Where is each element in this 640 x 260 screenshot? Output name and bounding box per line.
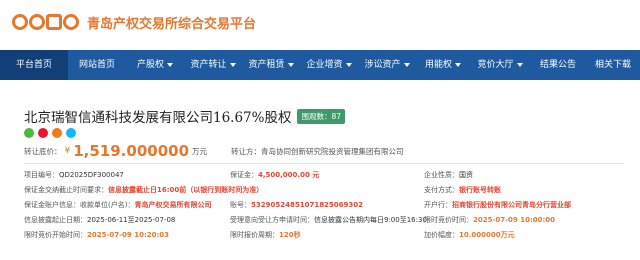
- info-label: 保证金交纳截止时间要求：: [24, 186, 108, 194]
- view-count-badge: 围观数：87: [297, 108, 346, 124]
- price-label: 转让底价：: [24, 146, 62, 156]
- qq-share-icon[interactable]: [66, 128, 76, 138]
- nav-item-0[interactable]: 平台首页: [0, 50, 68, 80]
- info-cell: 支付方式：银行账号转账: [424, 183, 501, 198]
- nav-item-9[interactable]: 结果公告: [530, 50, 586, 80]
- nav-item-label: 平台首页: [15, 60, 52, 70]
- info-value: 2025-07-09 10:20:03: [87, 231, 170, 239]
- info-cell: 项目编号：QD2025DF300047: [24, 168, 124, 183]
- site-header: 青岛产权交易所综合交易平台: [0, 0, 640, 46]
- info-value: 4,500,000.00: [258, 171, 310, 179]
- info-cell: 限时竞价开始时间：2025-07-09 10:20:03: [24, 228, 169, 243]
- chevron-down-icon: [345, 62, 352, 67]
- nav-item-10[interactable]: 相关下载: [586, 50, 640, 80]
- info-value: 120秒: [279, 231, 301, 239]
- share-bar: [24, 128, 76, 138]
- listing-title: 北京瑞智信通科技发展有限公司16.67%股权: [24, 110, 292, 126]
- main-nav: 平台首页 网站首页 产股权 资产转让 资产租赁 企业增资 涉讼资产 用能权 竞价大厅 结果公告 相关…: [0, 50, 640, 80]
- info-label: 限时报价周期：: [230, 231, 279, 239]
- info-value: 10.000000万元: [459, 231, 515, 239]
- nav-item-label: 产股权: [136, 60, 164, 70]
- nav-item-label: 相关下载: [594, 60, 631, 70]
- nav-item-4[interactable]: 资产租赁: [242, 50, 300, 80]
- info-value-suffix: 02: [353, 201, 364, 209]
- info-cell: 企业性质：国资: [424, 168, 473, 183]
- chevron-down-icon: [167, 62, 173, 67]
- info-value: 招商银行股份有限公司青岛分行营业部: [452, 201, 571, 209]
- nav-item-label: 资产转让: [190, 60, 227, 70]
- info-row: 限时竞价开始时间：2025-07-09 10:20:03 限时报价周期：120秒 加…: [24, 228, 624, 243]
- info-value-suffix: 元: [309, 171, 320, 179]
- weibo-share-icon[interactable]: [38, 128, 48, 138]
- chevron-down-icon: [287, 62, 294, 67]
- reserve-price: 1,519.000000: [73, 142, 190, 160]
- divider: [24, 163, 624, 164]
- info-cell: 保证金交纳截止时间要求：信息披露截止日16:00前（以银行到账时间为准）: [24, 183, 263, 198]
- info-row: 保证金交纳截止时间要求：信息披露截止日16:00前（以银行到账时间为准） 支付方式…: [24, 183, 624, 198]
- nav-item-label: 网站首页: [78, 60, 115, 70]
- info-value: 2025-06-11至2025-07-08: [87, 216, 176, 224]
- info-value: 信息披露公告期内每日9:00至16:30: [314, 216, 427, 224]
- info-value: 银行账号转账: [459, 186, 501, 194]
- currency-symbol: ¥: [64, 146, 71, 156]
- info-row: 保证金账户信息：收款单位(户名)：青岛产权交易所有限公司 账号：532905248…: [24, 198, 624, 213]
- info-label: 企业性质：: [424, 171, 459, 179]
- info-label: 信息披露起止日期：: [24, 216, 87, 224]
- info-cell: 保证金：4,500,000.00 元: [230, 168, 319, 183]
- nav-item-6[interactable]: 涉讼资产: [358, 50, 416, 80]
- nav-item-label: 企业增资: [306, 60, 343, 70]
- info-cell: 加价幅度：10.000000万元: [424, 228, 515, 243]
- info-cell: 信息披露起止日期：2025-06-11至2025-07-08: [24, 213, 175, 228]
- info-value: 2025-07-09 10:00:00: [473, 216, 556, 224]
- nav-item-label: 竞价大厅: [477, 60, 514, 70]
- nav-item-8[interactable]: 竞价大厅: [470, 50, 530, 80]
- listing-title-row: 北京瑞智信通科技发展有限公司16.67%股权 围观数：87: [24, 106, 346, 126]
- info-label: 保证金账户信息：收款单位(户名)：: [24, 201, 135, 209]
- site-name: 青岛产权交易所综合交易平台: [87, 16, 257, 32]
- info-cell: 受理意向受让方申请时间：信息披露公告期内每日9:00至16:30: [230, 213, 427, 228]
- info-cell: 保证金账户信息：收款单位(户名)：青岛产权交易所有限公司: [24, 198, 211, 213]
- info-cell: 限时报价周期：120秒: [230, 228, 301, 243]
- nav-item-1[interactable]: 网站首页: [68, 50, 126, 80]
- info-cell: 限时竞价时间：2025-07-09 10:00:00: [424, 213, 555, 228]
- site-logo[interactable]: 青岛产权交易所综合交易平台: [12, 9, 256, 35]
- info-label: 项目编号：: [24, 171, 59, 179]
- nav-item-label: 用能权: [424, 60, 452, 70]
- chevron-down-icon: [455, 62, 461, 67]
- nav-item-3[interactable]: 资产转让: [184, 50, 242, 80]
- info-cell: 账号：53290524851071825069302: [230, 198, 363, 213]
- info-row: 信息披露起止日期：2025-06-11至2025-07-08 受理意向受让方申请时…: [24, 213, 624, 228]
- chevron-down-icon: [403, 62, 410, 67]
- nav-item-label: 结果公告: [539, 60, 576, 70]
- nav-item-5[interactable]: 企业增资: [300, 50, 358, 80]
- nav-item-2[interactable]: 产股权: [126, 50, 184, 80]
- nav-item-label: 涉讼资产: [364, 60, 401, 70]
- info-row: 项目编号：QD2025DF300047 保证金：4,500,000.00 元 企业性…: [24, 168, 624, 183]
- info-label: 保证金：: [230, 171, 258, 179]
- info-value: 青岛产权交易所有限公司: [134, 201, 212, 209]
- chevron-down-icon: [229, 62, 236, 67]
- wechat-share-icon[interactable]: [24, 128, 34, 138]
- price-row: 转让底价： ¥ 1,519.000000 万元 转让方：青岛协同创新研究院投资管…: [24, 140, 404, 162]
- logo-mark-icon: [12, 14, 79, 30]
- info-label: 受理意向受让方申请时间：: [230, 216, 314, 224]
- info-value: 信息披露截止日16:00前（以银行到账时间为准）: [108, 186, 264, 194]
- chevron-down-icon: [516, 62, 523, 67]
- nav-item-7[interactable]: 用能权: [416, 50, 470, 80]
- info-grid: 项目编号：QD2025DF300047 保证金：4,500,000.00 元 企业性…: [24, 168, 624, 243]
- info-cell: 开户行：招商银行股份有限公司青岛分行营业部: [424, 198, 571, 213]
- info-value: 国资: [459, 171, 473, 179]
- info-label: 开户行：: [424, 201, 452, 209]
- transferor: 转让方：青岛协同创新研究院投资管理集团有限公司: [231, 146, 404, 156]
- info-value: QD2025DF300047: [59, 171, 124, 179]
- info-value: 532905248510718250693: [251, 201, 354, 209]
- info-label: 支付方式：: [424, 186, 459, 194]
- nav-item-label: 资产租赁: [248, 60, 285, 70]
- info-label: 限时竞价时间：: [424, 216, 473, 224]
- info-label: 加价幅度：: [424, 231, 459, 239]
- price-unit: 万元: [192, 146, 208, 156]
- info-label: 限时竞价开始时间：: [24, 231, 87, 239]
- tencent-weibo-share-icon[interactable]: [52, 128, 62, 138]
- info-label: 账号：: [230, 201, 251, 209]
